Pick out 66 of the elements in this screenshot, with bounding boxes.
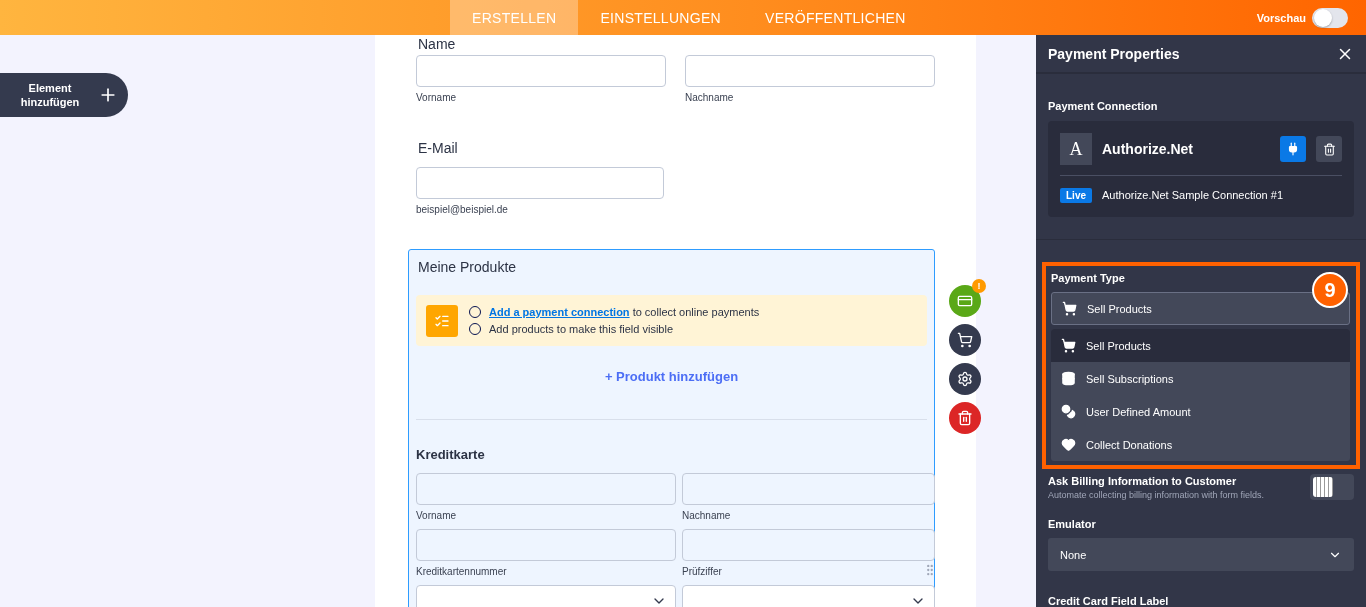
cart-icon [957,332,973,348]
delete-action-button[interactable] [949,402,981,434]
connect-button[interactable] [1280,136,1306,162]
setting-title: Ask Billing Information to Customer [1048,474,1238,487]
payment-connection-link[interactable]: Add a payment connection [489,306,630,318]
delete-button[interactable] [1316,136,1342,162]
text-field[interactable] [682,529,935,561]
option-label: Sell Subscriptions [1086,372,1174,385]
section-heading: Payment Type [1051,272,1126,284]
dropdown-option[interactable]: Collect Donations [1051,428,1350,461]
step-number-badge: 9 [1312,272,1348,308]
connection-name: Authorize.Net Sample Connection #1 [1102,189,1283,201]
add-product-link[interactable]: + Produkt hinzufügen [598,368,745,385]
select-value: Sell Products [1087,302,1152,315]
setting-description: Automate collecting billing information with form fields. [1048,489,1265,500]
payment-card-icon [957,293,973,309]
provider-name: Authorize.Net [1102,141,1194,157]
section-heading: Payment Connection [1048,100,1159,112]
panel-title: Payment Properties [1048,45,1180,62]
field-sublabel: Vorname [416,510,457,521]
checklist-icon [426,304,458,337]
emulator-select[interactable]: None [1048,538,1354,571]
option-label: User Defined Amount [1086,405,1191,418]
billing-toggle[interactable] [1310,474,1354,500]
field-label: Meine Produkte [418,259,518,275]
dropdown-option[interactable]: Sell Subscriptions [1051,362,1350,395]
text-field[interactable] [416,529,676,561]
trash-icon [1322,142,1336,156]
text-field[interactable] [416,473,676,505]
plug-icon [1286,142,1300,156]
cart-icon [1061,338,1076,353]
section-heading: Emulator [1048,518,1097,530]
section-title: Kreditkarte [416,447,486,462]
settings-action-button[interactable] [949,363,981,395]
preview-toggle[interactable] [1312,7,1348,28]
field-label: Name [418,36,457,52]
notice-text: Add products to make this field visible [489,323,674,335]
add-element-button[interactable]: Element hinzufügen [0,73,128,117]
live-badge: Live [1060,187,1092,203]
section-heading: Credit Card Field Label [1048,595,1170,607]
text-field[interactable] [416,55,666,87]
preview-label: Vorschau [1256,11,1306,24]
dropdown-option[interactable]: Sell Products [1051,329,1350,362]
text-field[interactable] [685,55,935,87]
field-sublabel: Nachname [682,510,731,521]
provider-logo: A [1060,133,1092,165]
settings-icon [957,371,973,387]
email-field[interactable] [416,167,664,199]
notice-text: Add a payment connection to collect online payments [489,306,760,318]
field-sublabel: Kreditkartennummer [416,566,507,577]
option-label: Collect Donations [1086,438,1173,451]
field-label: E-Mail [418,140,459,156]
heart-icon [1061,437,1076,452]
products-action-button[interactable] [949,324,981,356]
delete-icon [957,410,973,426]
coins-icon [1061,404,1076,419]
alert-badge: ! [972,279,986,293]
field-sublabel: Prüfziffer [682,566,722,577]
field-sublabel: beispiel@beispiel.de [416,204,508,215]
dropdown-option[interactable]: User Defined Amount [1051,395,1350,428]
cart-icon [1062,301,1077,316]
payment-action-button[interactable] [949,285,981,317]
text-field[interactable] [682,473,935,505]
field-sublabel: Vorname [416,92,457,103]
option-label: Sell Products [1086,339,1151,352]
field-sublabel: Nachname [685,92,734,103]
